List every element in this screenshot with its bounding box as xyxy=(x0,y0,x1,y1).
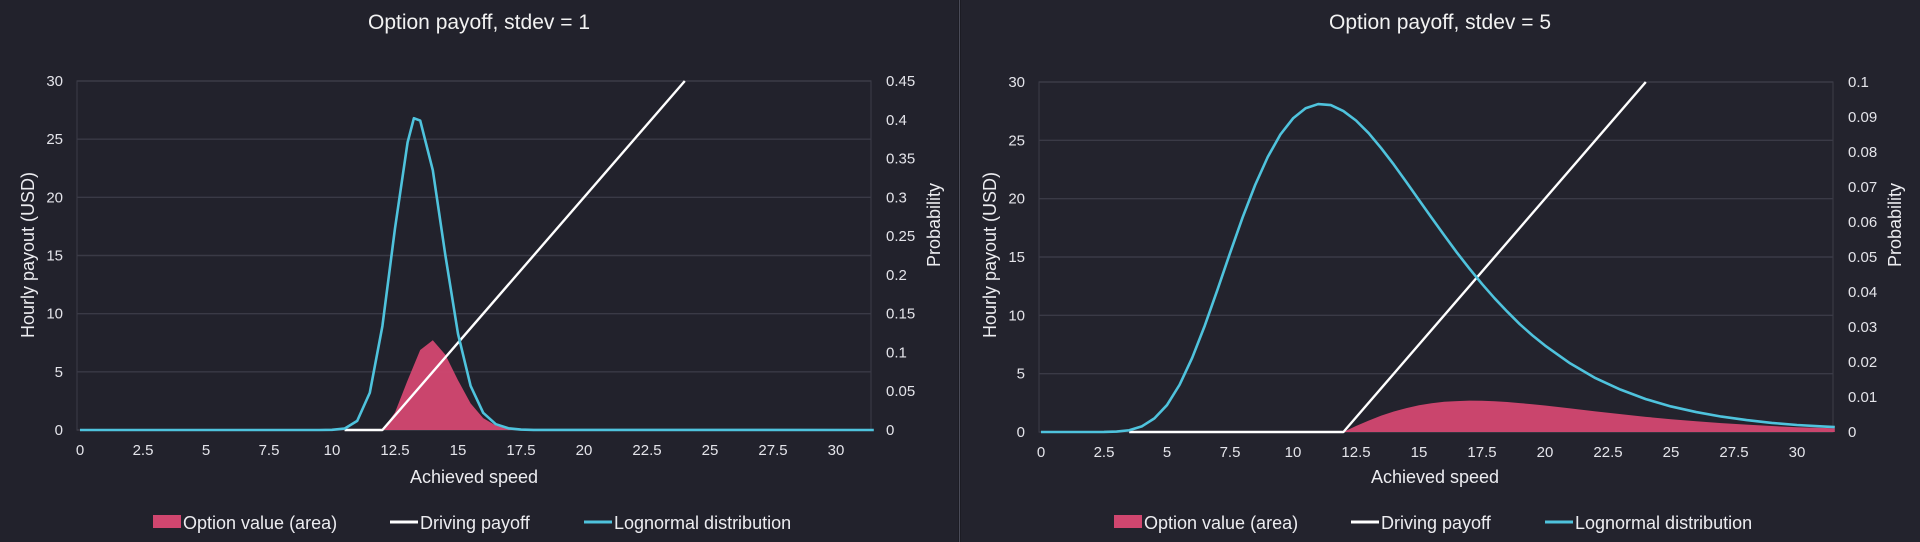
chart-title: Option payoff, stdev = 1 xyxy=(368,11,590,34)
legend-lognormal[interactable]: Lognormal distribution xyxy=(584,513,791,533)
x-tick-label: 7.5 xyxy=(1220,444,1241,461)
x-tick-label: 17.5 xyxy=(506,442,535,459)
y2-tick-label: 0.01 xyxy=(1848,389,1877,406)
y2-tick-label: 0.02 xyxy=(1848,354,1877,371)
y2-tick-label: 0.25 xyxy=(886,228,915,245)
y2-tick-label: 0.05 xyxy=(886,383,915,400)
y2-tick-label: 0.09 xyxy=(1848,109,1877,126)
legend-option-value[interactable]: Option value (area) xyxy=(1114,513,1298,533)
legend: Option value (area) Driving payoff Lognorm… xyxy=(1114,513,1752,533)
legend-driving-payoff[interactable]: Driving payoff xyxy=(1351,513,1492,533)
y-axis-title: Hourly payout (USD) xyxy=(980,172,1000,338)
x-tick-label: 7.5 xyxy=(259,442,280,459)
chart-stdev-1: Option payoff, stdev = 1 0 5 10 15 20 25 30 0 0.… xyxy=(18,11,944,533)
x-tick-label: 15 xyxy=(450,442,467,459)
legend-label: Driving payoff xyxy=(420,513,531,533)
x-tick-label: 0 xyxy=(1037,444,1045,461)
y-tick-label: 5 xyxy=(1017,366,1025,383)
y-tick-label: 5 xyxy=(55,364,63,381)
y-tick-label: 15 xyxy=(1008,249,1025,266)
y2-tick-label: 0 xyxy=(1848,424,1856,441)
legend-label: Lognormal distribution xyxy=(1575,513,1752,533)
x-tick-label: 2.5 xyxy=(1094,444,1115,461)
chart-panel-stdev-5: Option payoff, stdev = 5 0 5 10 15 20 25 30 0 0.… xyxy=(961,0,1920,542)
y-tick-label: 30 xyxy=(1008,74,1025,91)
x-tick-label: 10 xyxy=(324,442,341,459)
y-tick-label: 0 xyxy=(55,422,63,439)
legend-label: Driving payoff xyxy=(1381,513,1492,533)
x-axis-title: Achieved speed xyxy=(410,467,538,487)
x-tick-label: 0 xyxy=(76,442,84,459)
legend-swatch xyxy=(1114,515,1142,528)
y2-tick-label: 0.04 xyxy=(1848,284,1877,301)
y2-tick-label: 0.07 xyxy=(1848,179,1877,196)
chart-stdev-5: Option payoff, stdev = 5 0 5 10 15 20 25 30 0 0.… xyxy=(980,11,1905,533)
legend: Option value (area) Driving payoff Lognorm… xyxy=(153,513,791,533)
y2-tick-label: 0.4 xyxy=(886,112,907,129)
x-tick-label: 22.5 xyxy=(632,442,661,459)
y2-tick-label: 0.05 xyxy=(1848,249,1877,266)
y2-tick-label: 0.03 xyxy=(1848,319,1877,336)
y2-tick-label: 0.08 xyxy=(1848,144,1877,161)
x-tick-label: 15 xyxy=(1411,444,1428,461)
legend-label: Option value (area) xyxy=(1144,513,1298,533)
x-tick-label: 30 xyxy=(828,442,845,459)
legend-driving-payoff[interactable]: Driving payoff xyxy=(390,513,531,533)
y2-tick-label: 0.1 xyxy=(1848,74,1869,91)
y-tick-label: 25 xyxy=(1008,132,1025,149)
chart-title: Option payoff, stdev = 5 xyxy=(1329,11,1551,34)
y-tick-label: 15 xyxy=(46,248,63,265)
legend-swatch xyxy=(153,515,181,528)
x-tick-label: 27.5 xyxy=(758,442,787,459)
y-tick-label: 10 xyxy=(1008,307,1025,324)
lognormal-distribution-line xyxy=(80,116,874,432)
x-tick-label: 10 xyxy=(1285,444,1302,461)
option-value-area xyxy=(80,340,874,430)
x-tick-label: 27.5 xyxy=(1719,444,1748,461)
legend-label: Option value (area) xyxy=(183,513,337,533)
x-tick-label: 5 xyxy=(1163,444,1171,461)
x-tick-label: 17.5 xyxy=(1467,444,1496,461)
y-tick-label: 30 xyxy=(46,73,63,90)
x-tick-label: 25 xyxy=(1663,444,1680,461)
y-tick-label: 0 xyxy=(1017,424,1025,441)
x-tick-label: 20 xyxy=(1537,444,1554,461)
lognormal-distribution-line xyxy=(1040,102,1835,434)
chart-panel-stdev-1: Option payoff, stdev = 1 0 5 10 15 20 25 30 0 0.… xyxy=(0,0,959,542)
x-tick-label: 12.5 xyxy=(380,442,409,459)
x-tick-label: 30 xyxy=(1789,444,1806,461)
y2-axis-title: Probability xyxy=(924,183,944,267)
y2-tick-label: 0.15 xyxy=(886,306,915,323)
x-tick-label: 12.5 xyxy=(1341,444,1370,461)
x-axis-title: Achieved speed xyxy=(1371,467,1499,487)
x-tick-label: 25 xyxy=(702,442,719,459)
y2-tick-label: 0.2 xyxy=(886,267,907,284)
y-tick-label: 10 xyxy=(46,306,63,323)
y2-tick-label: 0 xyxy=(886,422,894,439)
y2-tick-label: 0.45 xyxy=(886,73,915,90)
legend-option-value[interactable]: Option value (area) xyxy=(153,513,337,533)
x-tick-label: 2.5 xyxy=(133,442,154,459)
y2-tick-label: 0.1 xyxy=(886,344,907,361)
y-tick-label: 20 xyxy=(1008,191,1025,208)
legend-label: Lognormal distribution xyxy=(614,513,791,533)
x-tick-label: 20 xyxy=(576,442,593,459)
y2-tick-label: 0.3 xyxy=(886,189,907,206)
y2-tick-label: 0.35 xyxy=(886,151,915,168)
y2-tick-label: 0.06 xyxy=(1848,214,1877,231)
legend-lognormal[interactable]: Lognormal distribution xyxy=(1545,513,1752,533)
y-axis-title: Hourly payout (USD) xyxy=(18,172,38,338)
x-tick-label: 22.5 xyxy=(1593,444,1622,461)
y-tick-label: 20 xyxy=(46,189,63,206)
y2-axis-title: Probability xyxy=(1885,183,1905,267)
x-tick-label: 5 xyxy=(202,442,210,459)
y-tick-label: 25 xyxy=(46,131,63,148)
